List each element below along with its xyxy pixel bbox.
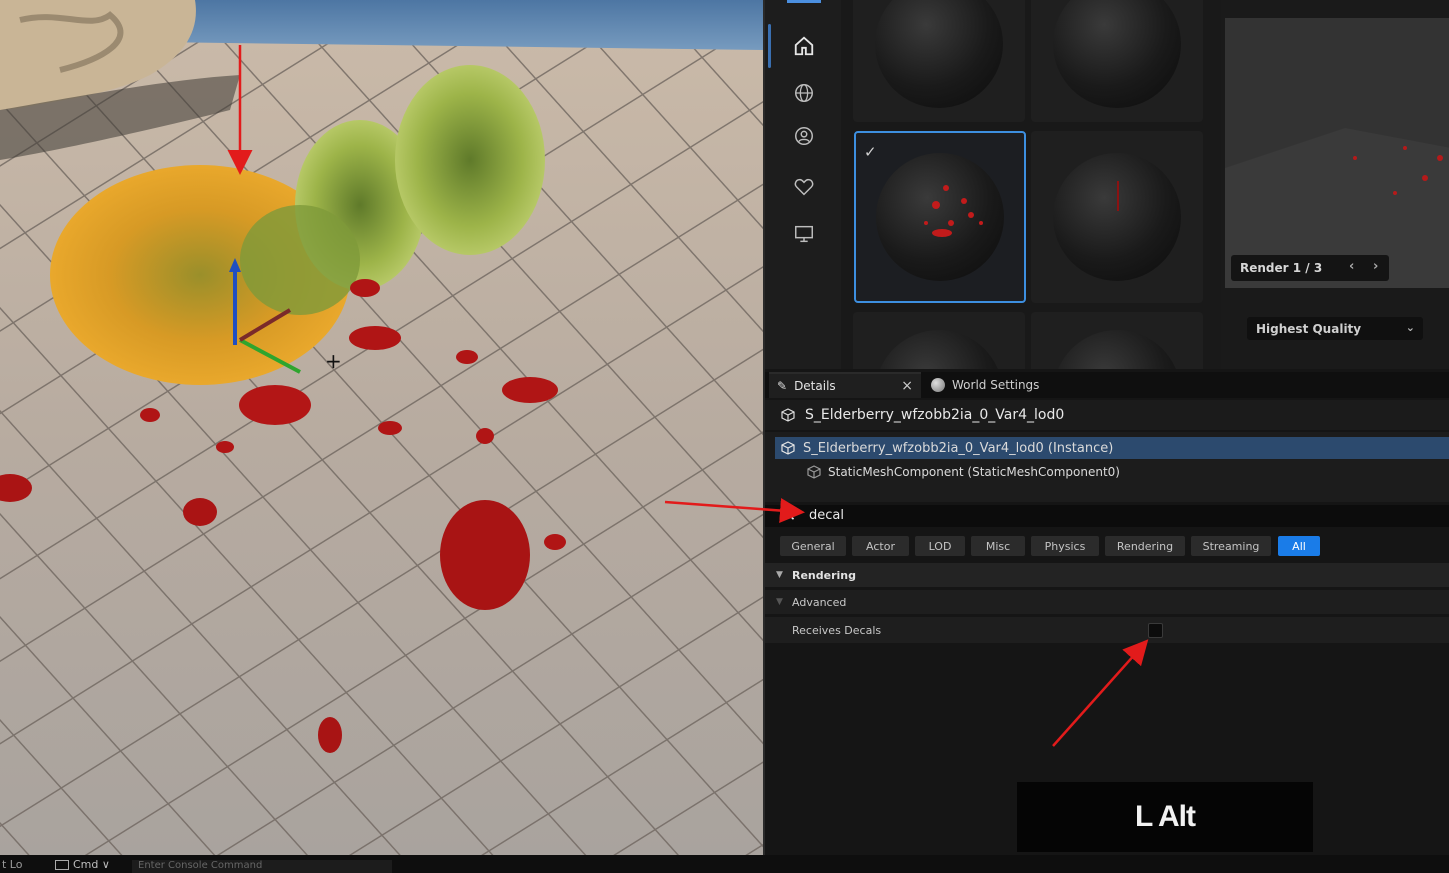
filter-misc[interactable]: Misc xyxy=(971,536,1025,556)
check-icon: ✓ xyxy=(864,143,877,161)
component-row-instance[interactable]: S_Elderberry_wfzobb2ia_0_Var4_lod0 (Inst… xyxy=(775,437,1449,459)
filter-chips: General Actor LOD Misc Physics Rendering… xyxy=(765,533,1449,559)
filter-rendering[interactable]: Rendering xyxy=(1105,536,1185,556)
filter-actor[interactable]: Actor xyxy=(852,536,909,556)
rail-active-indicator xyxy=(787,0,821,3)
caret-down-icon: ▼ xyxy=(776,597,783,607)
category-advanced[interactable]: ▼ Advanced xyxy=(765,590,1449,614)
component-tree: S_Elderberry_wfzobb2ia_0_Var4_lod0 (Inst… xyxy=(765,432,1449,502)
material-tile-selected[interactable]: ✓ xyxy=(854,131,1026,303)
tab-world-settings[interactable]: World Settings xyxy=(931,372,1081,398)
tab-world-settings-label: World Settings xyxy=(952,378,1040,392)
filter-streaming[interactable]: Streaming xyxy=(1191,536,1271,556)
material-grid: ✓ xyxy=(841,0,1221,369)
globe-icon xyxy=(931,378,945,392)
material-preview xyxy=(1225,18,1449,288)
cmd-dropdown[interactable]: Cmd ∨ xyxy=(55,858,110,871)
property-row-receives-decals: Receives Decals xyxy=(765,617,1449,643)
material-tile[interactable] xyxy=(1031,131,1203,303)
material-tile[interactable] xyxy=(853,312,1025,369)
property-label: Receives Decals xyxy=(792,623,882,637)
clear-search-icon[interactable]: ✕ xyxy=(782,506,796,526)
rail-accent-bar xyxy=(768,24,771,68)
level-viewport[interactable]: + xyxy=(0,0,763,855)
pencil-icon: ✎ xyxy=(777,379,788,393)
mesh-icon xyxy=(807,465,821,479)
filter-general[interactable]: General xyxy=(780,536,846,556)
chevron-right-icon[interactable]: › xyxy=(1373,259,1378,274)
icon-rail xyxy=(765,0,841,369)
material-tile[interactable] xyxy=(853,0,1025,122)
object-name-label: S_Elderberry_wfzobb2ia_0_Var4_lod0 xyxy=(805,407,1065,423)
monitor-icon[interactable] xyxy=(790,220,818,248)
tab-details[interactable]: ✎ Details × xyxy=(769,372,921,398)
globe-icon[interactable] xyxy=(790,79,818,107)
category-label: Advanced xyxy=(792,595,847,609)
cmd-label: Cmd ∨ xyxy=(73,858,110,871)
category-label: Rendering xyxy=(792,568,856,582)
user-icon[interactable] xyxy=(790,122,818,150)
status-bar: t Lo Cmd ∨ Enter Console Command xyxy=(0,855,1449,873)
screen-root: + ✓ Render 1 / 3 ‹ › Highest Quality ⌄ ✎… xyxy=(0,0,1449,873)
component-label: StaticMeshComponent (StaticMeshComponent… xyxy=(828,465,1120,479)
details-tab-bar: ✎ Details × World Settings xyxy=(765,372,1449,398)
key-press-overlay: L Alt xyxy=(1017,782,1313,852)
chevron-left-icon[interactable]: ‹ xyxy=(1349,259,1354,274)
chevron-down-icon: ⌄ xyxy=(1405,321,1415,334)
filter-lod[interactable]: LOD xyxy=(915,536,965,556)
preview-image xyxy=(1225,18,1449,288)
cube-icon xyxy=(781,441,795,455)
close-icon[interactable]: × xyxy=(901,378,913,394)
material-tile[interactable] xyxy=(1031,0,1203,122)
render-pager: Render 1 / 3 ‹ › xyxy=(1231,255,1389,281)
asset-browser-strip: ✓ Render 1 / 3 ‹ › Highest Quality ⌄ xyxy=(765,0,1449,369)
quality-dropdown[interactable]: Highest Quality ⌄ xyxy=(1247,317,1423,340)
quality-dropdown-value: Highest Quality xyxy=(1256,321,1362,336)
blood-spots xyxy=(924,185,983,237)
caret-down-icon: ▼ xyxy=(776,570,783,580)
heart-icon[interactable] xyxy=(790,173,818,201)
console-input[interactable]: Enter Console Command xyxy=(132,860,392,873)
selected-object-name: S_Elderberry_wfzobb2ia_0_Var4_lod0 xyxy=(765,400,1449,430)
component-row-staticmesh[interactable]: StaticMeshComponent (StaticMeshComponent… xyxy=(775,461,1449,483)
output-log-button[interactable]: t Lo xyxy=(2,858,22,871)
home-icon[interactable] xyxy=(790,32,818,60)
component-label: S_Elderberry_wfzobb2ia_0_Var4_lod0 (Inst… xyxy=(803,440,1114,456)
svg-text:+: + xyxy=(325,349,342,373)
cube-icon xyxy=(781,408,795,422)
search-input[interactable]: decal xyxy=(809,508,844,523)
category-rendering[interactable]: ▼ Rendering xyxy=(765,563,1449,587)
viewport-scene: + xyxy=(0,0,763,855)
editor-right-panel: ✓ Render 1 / 3 ‹ › Highest Quality ⌄ ✎ D… xyxy=(763,0,1449,855)
terminal-icon xyxy=(55,860,69,870)
filter-all[interactable]: All xyxy=(1278,536,1320,556)
details-search-bar[interactable]: ✕ decal xyxy=(765,505,1449,527)
receives-decals-checkbox[interactable] xyxy=(1148,623,1163,638)
filter-physics[interactable]: Physics xyxy=(1031,536,1099,556)
material-tile[interactable] xyxy=(1031,312,1203,369)
tab-details-label: Details xyxy=(794,379,836,393)
render-pager-label: Render 1 / 3 xyxy=(1240,261,1323,275)
